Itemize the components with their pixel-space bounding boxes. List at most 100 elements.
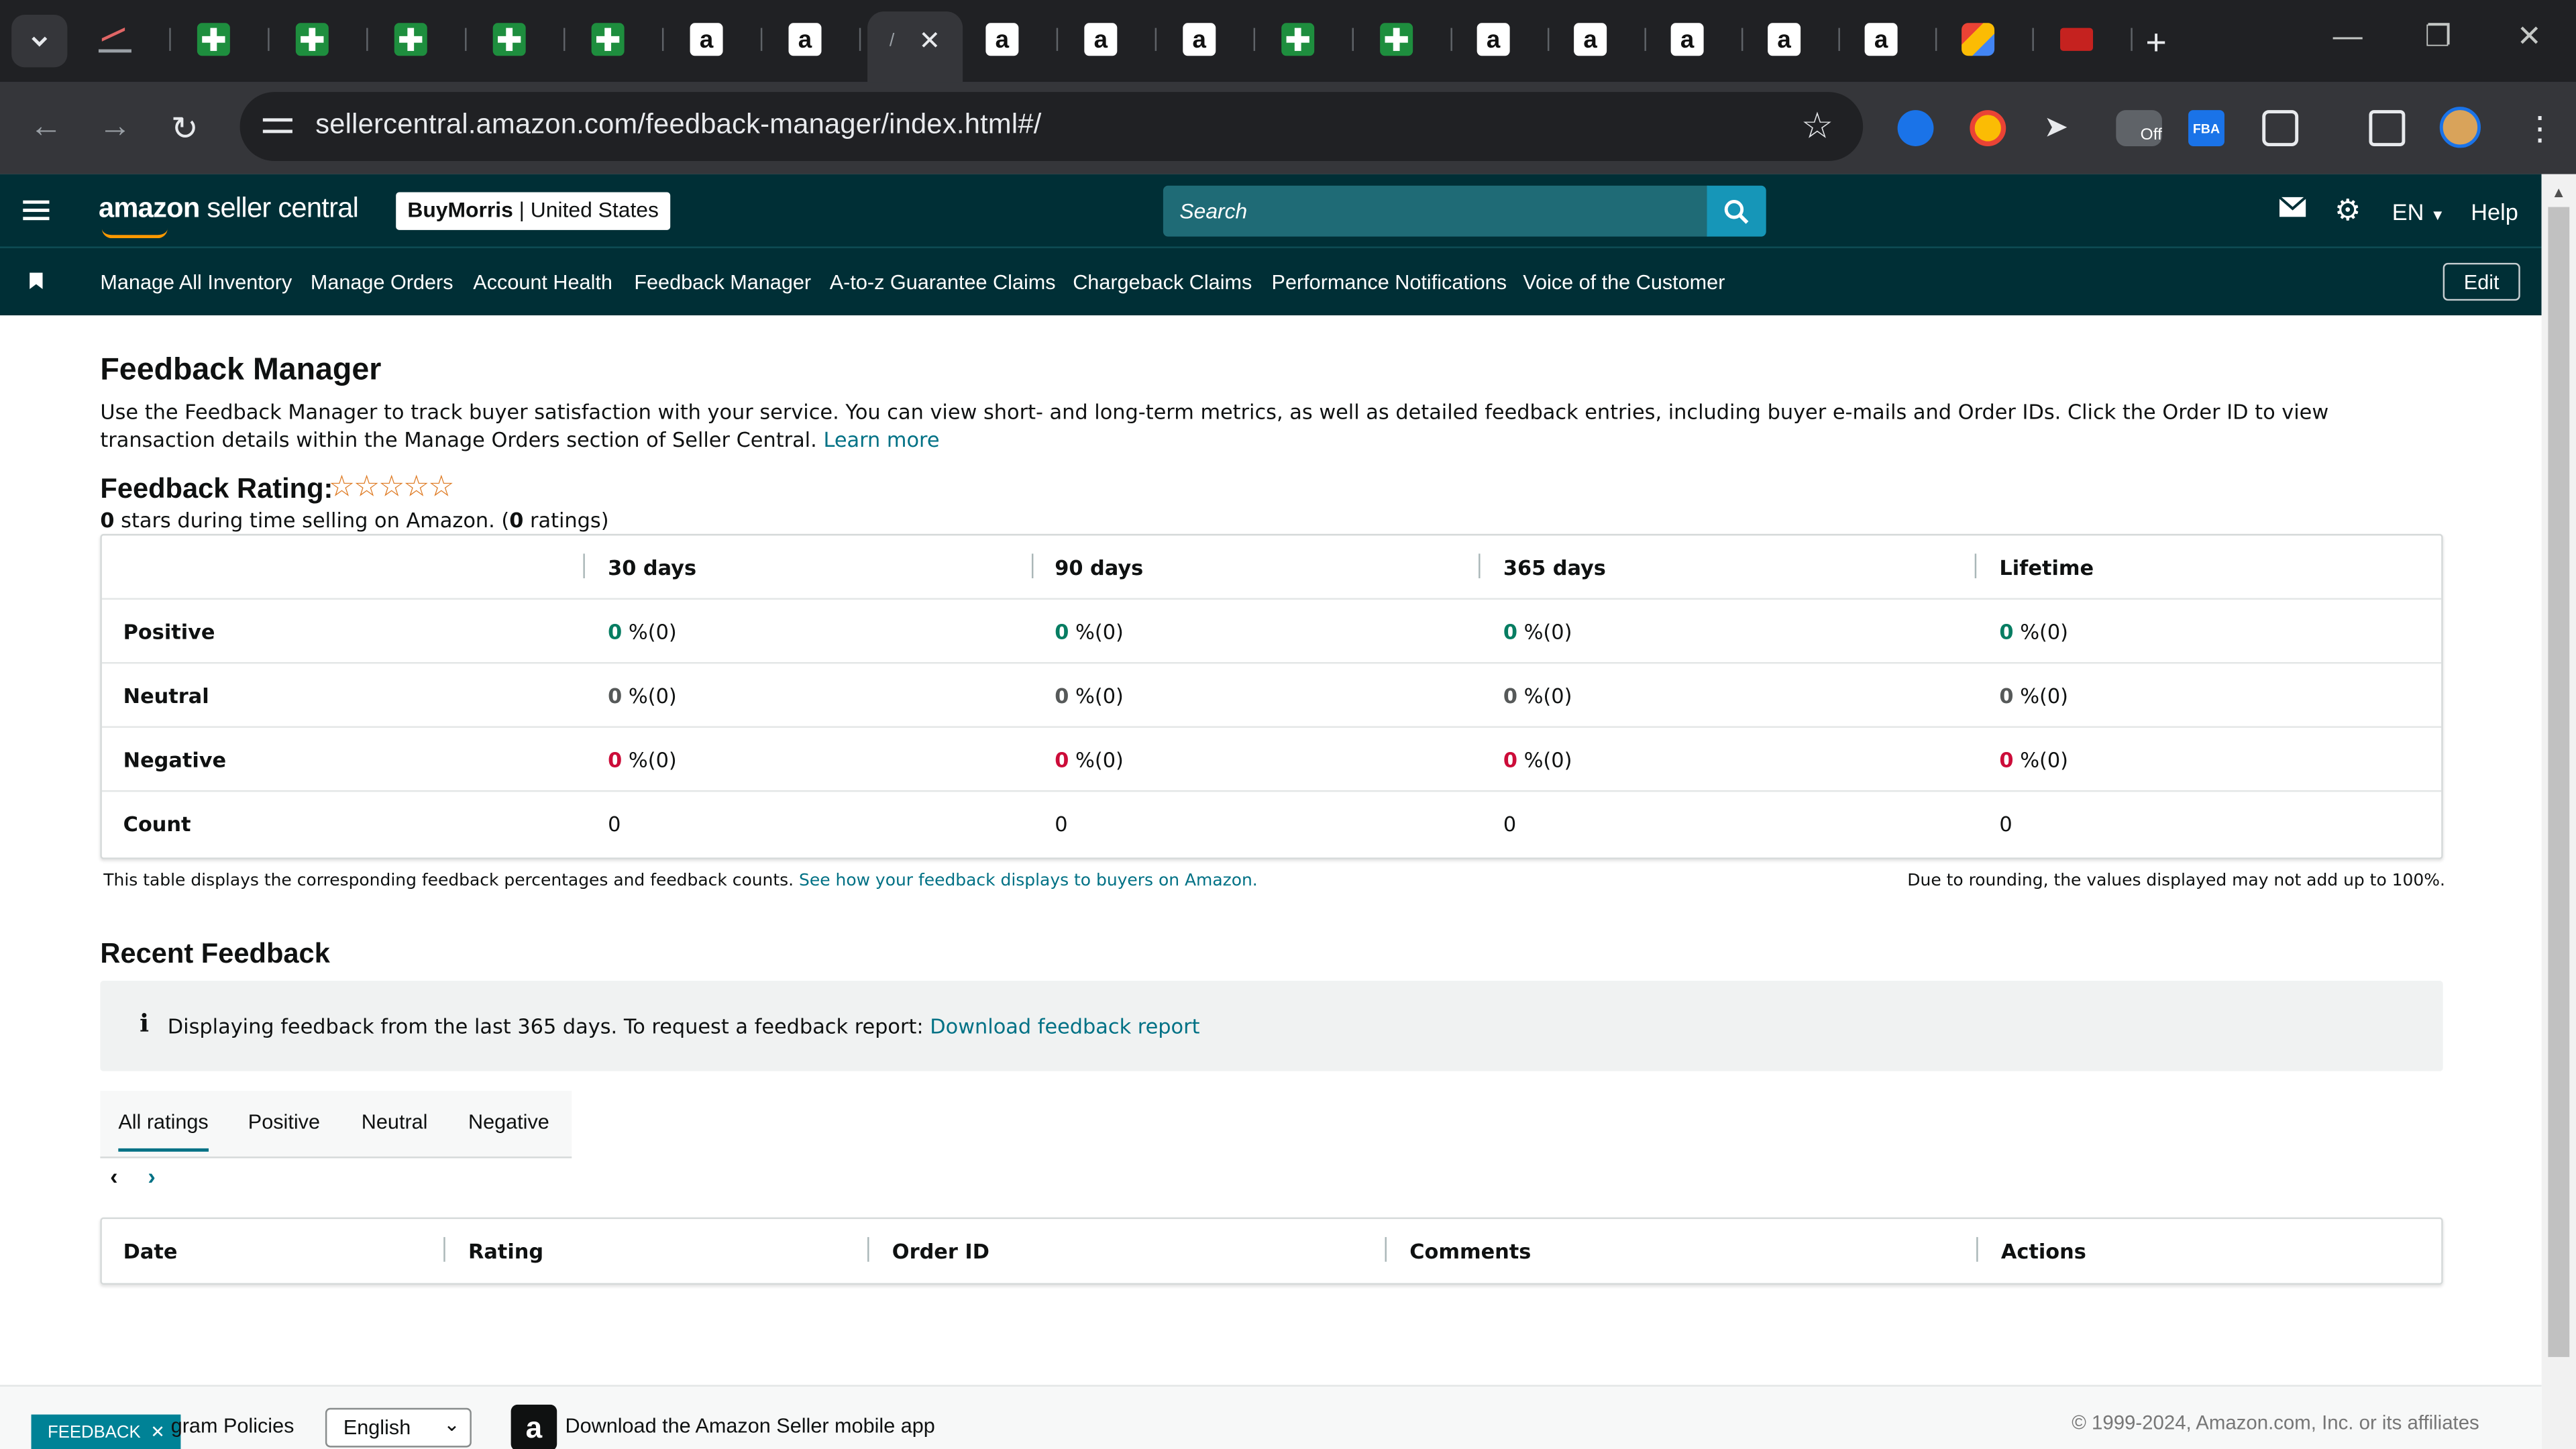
metric-value: 0 (1999, 811, 2012, 837)
chart-icon (98, 26, 131, 53)
browser-tab[interactable]: a (1561, 15, 1646, 64)
mail-icon[interactable] (2278, 195, 2307, 227)
active-tab[interactable]: / ✕ (867, 11, 963, 83)
column-header: 30 days (608, 555, 697, 580)
minimize-icon[interactable]: — (2333, 19, 2363, 54)
metrics-note: This table displays the corresponding fe… (103, 872, 1258, 891)
browser-menu-icon[interactable]: ⋮ (2524, 109, 2557, 150)
language-select[interactable]: English ⌄ (325, 1407, 472, 1448)
account-switcher[interactable]: BuyMorris | United States (396, 192, 671, 230)
scroll-up-arrow-icon[interactable]: ▲ (2551, 184, 2566, 200)
red-icon (2060, 28, 2094, 51)
help-link[interactable]: Help (2471, 199, 2518, 225)
tab-positive[interactable]: Positive (248, 1111, 320, 1134)
download-app-link[interactable]: Download the Amazon Seller mobile app (565, 1415, 934, 1438)
tab-negative[interactable]: Negative (468, 1111, 549, 1134)
bookmark-icon[interactable] (30, 272, 43, 290)
scroll-thumb[interactable] (2548, 207, 2570, 1357)
nav-chargeback-claims[interactable]: Chargeback Claims (1073, 271, 1252, 294)
copyright: © 1999-2024, Amazon.com, Inc. or its aff… (2072, 1411, 2479, 1434)
close-window-icon[interactable]: ✕ (2517, 19, 2542, 54)
extension-arrow-icon[interactable]: ➤ (2044, 110, 2080, 146)
next-page-icon[interactable]: › (148, 1163, 155, 1189)
extension-fba-icon[interactable]: FBA (2188, 110, 2224, 146)
extension-off-icon[interactable]: Off (2116, 110, 2162, 146)
feedback-badge[interactable]: FEEDBACK ✕ (31, 1414, 182, 1449)
hamburger-menu-icon[interactable] (23, 200, 50, 221)
tab-search-button[interactable] (11, 15, 68, 68)
browser-tab[interactable] (1269, 15, 1354, 64)
tab-neutral[interactable]: Neutral (362, 1111, 428, 1134)
nav-manage-all-inventory[interactable]: Manage All Inventory (100, 271, 292, 294)
browser-tab[interactable] (480, 15, 566, 64)
browser-tab[interactable] (381, 15, 467, 64)
sheets-icon (295, 23, 329, 56)
browser-tab[interactable] (85, 15, 171, 64)
search-button[interactable] (1707, 185, 1766, 237)
browser-tab[interactable]: a (1755, 15, 1840, 64)
side-panel-icon[interactable] (2369, 110, 2406, 146)
caret-down-icon: ▼ (2430, 207, 2445, 224)
nav-performance-notifications[interactable]: Performance Notifications (1272, 271, 1507, 294)
search-input[interactable] (1163, 185, 1709, 237)
previous-page-icon[interactable]: ‹ (110, 1163, 117, 1189)
browser-tab[interactable] (184, 15, 270, 64)
browser-tab[interactable]: a (1464, 15, 1550, 64)
column-header: 365 days (1503, 555, 1606, 580)
learn-more-link[interactable]: Learn more (823, 427, 939, 452)
tab-all-ratings[interactable]: All ratings (118, 1111, 209, 1152)
new-tab-button[interactable]: + (2145, 21, 2166, 64)
metric-value: 0 %(0) (1503, 747, 1572, 773)
chevron-down-icon: ⌄ (443, 1413, 460, 1436)
nav-account-health[interactable]: Account Health (473, 271, 612, 294)
browser-tab[interactable]: a (677, 15, 763, 64)
restore-icon[interactable]: ❐ (2425, 19, 2452, 54)
close-icon[interactable]: ✕ (150, 1423, 165, 1442)
browser-tab[interactable] (1367, 15, 1452, 64)
extension-orange-icon[interactable] (1970, 110, 2006, 146)
metric-value: 0 %(0) (608, 683, 677, 708)
amazon-icon: a (690, 23, 723, 56)
browser-tab[interactable]: a (1170, 15, 1256, 64)
download-report-link[interactable]: Download feedback report (930, 1014, 1199, 1038)
page-scrollbar[interactable]: ▲ (2541, 174, 2576, 1449)
close-tab-icon[interactable]: ✕ (918, 24, 941, 57)
amazon-icon: a (1574, 23, 1607, 56)
rounding-note: Due to rounding, the values displayed ma… (1907, 872, 2445, 891)
metrics-row-negative: Negative 0 %(0) 0 %(0) 0 %(0) 0 %(0) (101, 728, 2442, 792)
feedback-display-link[interactable]: See how your feedback displays to buyers… (799, 872, 1258, 890)
back-icon[interactable]: ← (30, 109, 62, 146)
settings-gear-icon[interactable]: ⚙ (2334, 194, 2361, 228)
metric-value: 0 %(0) (1055, 683, 1124, 708)
bookmark-star-icon[interactable]: ☆ (1801, 105, 1833, 148)
nav-a-to-z-claims[interactable]: A-to-z Guarantee Claims (830, 271, 1056, 294)
profile-avatar[interactable] (2439, 107, 2481, 148)
omnibox[interactable]: sellercentral.amazon.com/feedback-manage… (239, 92, 1864, 162)
amazon-app-icon[interactable]: a (511, 1404, 557, 1449)
browser-tab[interactable] (1949, 15, 2034, 64)
browser-tab[interactable]: a (973, 15, 1059, 64)
edit-nav-button[interactable]: Edit (2443, 262, 2520, 301)
column-header: Actions (2000, 1238, 2086, 1264)
extensions-puzzle-icon[interactable] (2262, 110, 2299, 146)
nav-feedback-manager[interactable]: Feedback Manager (634, 271, 811, 294)
nav-voice-of-the-customer[interactable]: Voice of the Customer (1523, 271, 1725, 294)
nav-manage-orders[interactable]: Manage Orders (311, 271, 453, 294)
metric-value: 0 %(0) (608, 619, 677, 645)
program-policies-link[interactable]: gram Policies (171, 1415, 294, 1438)
browser-tab[interactable]: a (1658, 15, 1743, 64)
browser-tab[interactable]: a (1071, 15, 1157, 64)
browser-tab[interactable] (2047, 15, 2133, 64)
forward-icon[interactable]: → (99, 109, 131, 146)
seller-central-logo[interactable]: amazon seller central (99, 193, 359, 225)
amazon-icon: a (1183, 23, 1216, 56)
browser-tab[interactable] (282, 15, 368, 64)
url-text[interactable]: sellercentral.amazon.com/feedback-manage… (315, 109, 1041, 142)
extension-plus-icon[interactable] (1897, 110, 1934, 146)
browser-tab[interactable] (578, 15, 664, 64)
browser-tab[interactable]: a (775, 15, 861, 64)
language-menu[interactable]: EN ▼ (2392, 199, 2445, 225)
reload-icon[interactable]: ↻ (171, 109, 199, 150)
browser-tab[interactable]: a (1851, 15, 1937, 64)
site-settings-icon[interactable] (262, 112, 292, 142)
